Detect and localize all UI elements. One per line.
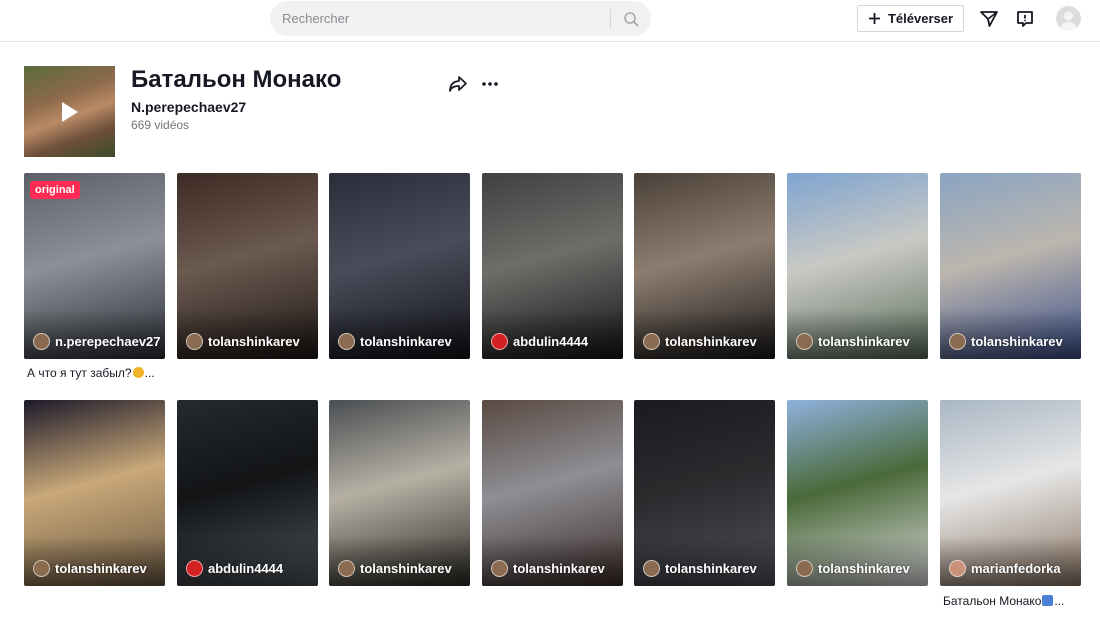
- author-avatar: [491, 560, 508, 577]
- video-card[interactable]: abdulin4444: [177, 400, 318, 586]
- video-author: tolanshinkarev: [338, 333, 452, 350]
- author-username: tolanshinkarev: [360, 334, 452, 349]
- video-author: tolanshinkarev: [643, 333, 757, 350]
- caption-ellipsis: ...: [144, 366, 155, 380]
- profile-avatar[interactable]: [1056, 6, 1081, 31]
- thinking-emoji-icon: [132, 367, 144, 378]
- author-avatar: [949, 560, 966, 577]
- share-icon: [449, 76, 467, 92]
- inbox-button[interactable]: [1013, 7, 1037, 31]
- video-caption[interactable]: А что я тут забыл?...: [27, 366, 155, 380]
- top-bar: Téléverser: [0, 0, 1100, 42]
- video-card[interactable]: tolanshinkarev: [329, 400, 470, 586]
- author-avatar: [338, 333, 355, 350]
- upload-button[interactable]: Téléverser: [857, 5, 964, 32]
- author-avatar: [796, 560, 813, 577]
- author-username: tolanshinkarev: [971, 334, 1063, 349]
- author-avatar: [491, 333, 508, 350]
- author-username: abdulin4444: [208, 561, 284, 576]
- author-username: n.perepechaev27: [55, 334, 161, 349]
- playlist-cover[interactable]: [24, 66, 115, 157]
- author-avatar: [949, 333, 966, 350]
- search-button[interactable]: [611, 1, 651, 36]
- video-card[interactable]: marianfedorka: [940, 400, 1081, 586]
- video-author: abdulin4444: [491, 333, 588, 350]
- user-icon: [1060, 11, 1077, 31]
- send-icon: [980, 11, 998, 27]
- author-avatar: [186, 333, 203, 350]
- video-card[interactable]: tolanshinkarev: [482, 400, 623, 586]
- video-author: tolanshinkarev: [33, 560, 147, 577]
- video-author: tolanshinkarev: [949, 333, 1063, 350]
- plus-icon: [868, 13, 880, 24]
- author-avatar: [643, 333, 660, 350]
- author-username: tolanshinkarev: [208, 334, 300, 349]
- author-avatar: [643, 560, 660, 577]
- author-username: tolanshinkarev: [513, 561, 605, 576]
- video-card[interactable]: tolanshinkarev: [940, 173, 1081, 359]
- search-icon: [624, 11, 639, 26]
- author-avatar: [33, 333, 50, 350]
- author-username: tolanshinkarev: [665, 334, 757, 349]
- more-icon: [482, 82, 498, 86]
- author-username: tolanshinkarev: [818, 561, 910, 576]
- author-username: marianfedorka: [971, 561, 1061, 576]
- author-username: tolanshinkarev: [55, 561, 147, 576]
- video-author: tolanshinkarev: [491, 560, 605, 577]
- playlist-author[interactable]: N.perepechaev27: [131, 99, 246, 115]
- message-icon: [1017, 11, 1033, 27]
- video-count: 669 vidéos: [131, 118, 190, 132]
- author-username: tolanshinkarev: [665, 561, 757, 576]
- video-card[interactable]: tolanshinkarev: [24, 400, 165, 586]
- upload-label: Téléverser: [887, 11, 954, 26]
- video-author: n.perepechaev27: [33, 333, 161, 350]
- caption-ellipsis: ...: [1054, 594, 1065, 608]
- video-card[interactable]: abdulin4444: [482, 173, 623, 359]
- author-username: tolanshinkarev: [818, 334, 910, 349]
- caption-text: А что я тут забыл?: [27, 366, 132, 380]
- video-card[interactable]: tolanshinkarev: [787, 173, 928, 359]
- video-card[interactable]: tolanshinkarev: [634, 400, 775, 586]
- video-author: tolanshinkarev: [796, 560, 910, 577]
- author-username: abdulin4444: [513, 334, 589, 349]
- original-badge: original: [30, 181, 80, 199]
- search-bar: [270, 1, 651, 36]
- author-username: tolanshinkarev: [360, 561, 452, 576]
- video-card[interactable]: tolanshinkarev: [177, 173, 318, 359]
- rocket-emoji-icon: [1042, 595, 1054, 606]
- author-avatar: [33, 560, 50, 577]
- video-card[interactable]: tolanshinkarev: [787, 400, 928, 586]
- video-caption[interactable]: Батальон Монако...: [943, 594, 1064, 608]
- video-author: tolanshinkarev: [643, 560, 757, 577]
- video-author: tolanshinkarev: [338, 560, 452, 577]
- send-button[interactable]: [977, 7, 1001, 31]
- search-input[interactable]: [282, 9, 602, 28]
- video-card[interactable]: tolanshinkarev: [634, 173, 775, 359]
- author-avatar: [338, 560, 355, 577]
- video-author: tolanshinkarev: [186, 333, 300, 350]
- caption-text: Батальон Монако: [943, 594, 1042, 608]
- video-author: abdulin4444: [186, 560, 283, 577]
- page-scrollbar[interactable]: [1094, 44, 1100, 621]
- video-author: tolanshinkarev: [796, 333, 910, 350]
- video-author: marianfedorka: [949, 560, 1061, 577]
- author-avatar: [796, 333, 813, 350]
- video-card[interactable]: original n.perepechaev27: [24, 173, 165, 359]
- playlist-title: Батальон Монако: [131, 66, 342, 93]
- share-button[interactable]: [446, 73, 470, 95]
- more-options-button[interactable]: [478, 73, 502, 95]
- play-icon: [62, 102, 78, 122]
- author-avatar: [186, 560, 203, 577]
- video-card[interactable]: tolanshinkarev: [329, 173, 470, 359]
